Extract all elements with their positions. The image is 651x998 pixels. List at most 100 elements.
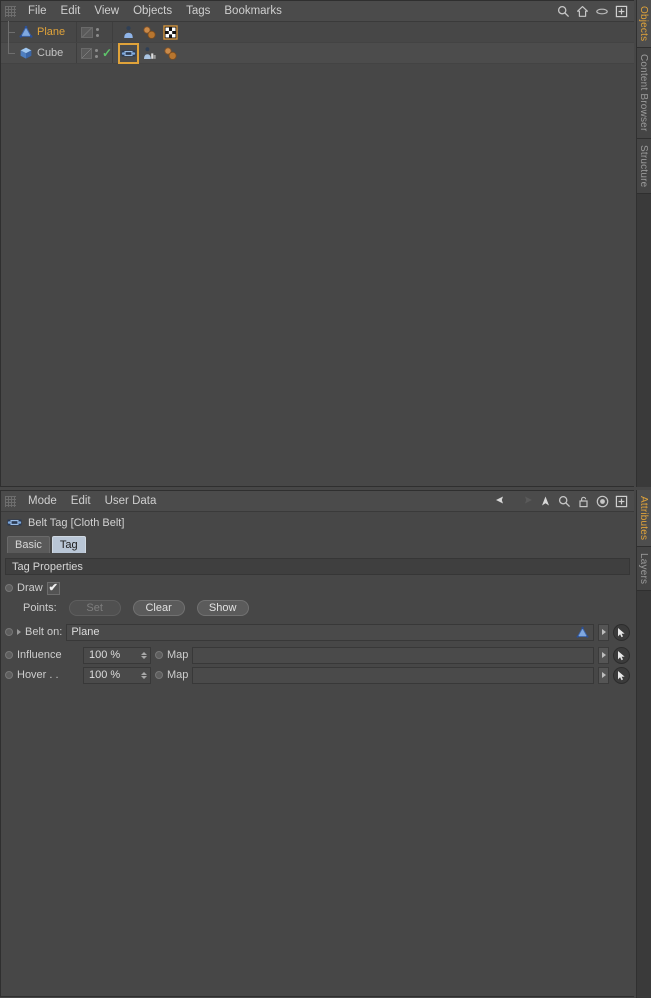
- belt-on-value: Plane: [71, 626, 100, 638]
- plus-box-icon[interactable]: [615, 495, 628, 508]
- points-label: Points:: [23, 602, 57, 614]
- influence-value-field[interactable]: 100 %: [83, 646, 151, 664]
- menu-view[interactable]: View: [87, 3, 126, 19]
- texture-checker-tag-icon[interactable]: [162, 24, 179, 41]
- influence-stepper-icon[interactable]: [141, 651, 147, 659]
- hover-value-field[interactable]: 100 %: [83, 666, 151, 684]
- tree-vline: [8, 32, 9, 54]
- sidebar-tab-structure[interactable]: Structure: [637, 138, 651, 195]
- object-manager-menubar: File Edit View Objects Tags Bookmarks: [1, 1, 634, 22]
- object-list[interactable]: Plane Cube ✓: [1, 21, 634, 486]
- cloth-tag-icon[interactable]: [120, 24, 137, 41]
- menu-user-data[interactable]: User Data: [98, 493, 164, 509]
- object-layer-cell[interactable]: ✓: [76, 43, 112, 63]
- influence-label: Influence: [17, 649, 62, 661]
- influence-map-label: Map: [167, 649, 189, 661]
- belt-on-animation-dot-icon[interactable]: [5, 628, 13, 636]
- menu-tags[interactable]: Tags: [179, 3, 217, 19]
- attribute-object-title: Belt Tag [Cloth Belt]: [1, 512, 634, 533]
- ellipse-icon[interactable]: [595, 5, 609, 18]
- table-row[interactable]: Cube ✓: [1, 32, 634, 64]
- belt-on-picker-button[interactable]: [613, 623, 630, 641]
- menu-bookmarks[interactable]: Bookmarks: [217, 3, 289, 19]
- forward-arrow-icon[interactable]: [517, 495, 533, 508]
- enabled-checkmark-icon[interactable]: ✓: [102, 47, 112, 59]
- menu-edit[interactable]: Edit: [64, 493, 98, 509]
- hover-map-dropdown-button[interactable]: [598, 666, 609, 684]
- tab-basic[interactable]: Basic: [7, 536, 50, 553]
- object-layer-cell[interactable]: [76, 22, 112, 42]
- section-header-tag-properties: Tag Properties: [5, 558, 630, 575]
- object-name-cell[interactable]: Plane: [1, 21, 76, 42]
- hover-map-animation-dot-icon[interactable]: [155, 671, 163, 679]
- plane-icon[interactable]: [17, 25, 34, 39]
- points-set-button[interactable]: Set: [68, 600, 121, 616]
- table-row[interactable]: Plane: [1, 21, 634, 43]
- visibility-dots-icon[interactable]: [96, 27, 99, 37]
- object-tags-cell[interactable]: [112, 22, 634, 42]
- menu-objects[interactable]: Objects: [126, 3, 179, 19]
- object-name-label[interactable]: Cube: [34, 47, 63, 59]
- belt-on-dropdown-button[interactable]: [598, 623, 609, 641]
- draw-checkbox[interactable]: ✔: [46, 581, 60, 595]
- back-arrow-icon[interactable]: [495, 495, 511, 508]
- belt-on-row: Belt on: Plane: [5, 622, 630, 642]
- hover-animation-dot-icon[interactable]: [5, 671, 13, 679]
- lock-icon[interactable]: [577, 495, 590, 508]
- sidebar-tab-layers[interactable]: Layers: [637, 547, 651, 592]
- visibility-dots-icon[interactable]: [94, 48, 98, 58]
- influence-animation-dot-icon[interactable]: [5, 651, 13, 659]
- menu-file[interactable]: File: [21, 3, 54, 19]
- influence-map-field[interactable]: [192, 646, 594, 664]
- belt-on-field[interactable]: Plane: [66, 623, 594, 641]
- hover-map-picker-button[interactable]: [613, 666, 630, 684]
- tree-connector: [1, 21, 17, 42]
- influence-map-animation-dot-icon[interactable]: [155, 651, 163, 659]
- menu-edit[interactable]: Edit: [54, 3, 88, 19]
- right-tab-strip-bottom: Attributes Layers: [636, 490, 651, 998]
- object-manager-panel: File Edit View Objects Tags Bookmarks Pl…: [0, 0, 634, 487]
- hover-map-field[interactable]: [192, 666, 594, 684]
- draw-row: Draw ✔: [5, 578, 630, 598]
- tab-tag[interactable]: Tag: [51, 536, 86, 553]
- object-name-cell[interactable]: Cube: [1, 32, 76, 63]
- menu-mode[interactable]: Mode: [21, 493, 64, 509]
- plus-box-icon[interactable]: [615, 5, 628, 18]
- cloth-belt-tag-icon[interactable]: [118, 42, 139, 64]
- target-icon[interactable]: [596, 495, 609, 508]
- sidebar-tab-content-browser[interactable]: Content Browser: [637, 48, 651, 139]
- draw-animation-dot-icon[interactable]: [5, 584, 13, 592]
- right-tab-strip-top: Objects Content Browser Structure: [636, 0, 651, 487]
- panel-grip-handle[interactable]: [5, 5, 16, 17]
- sidebar-tab-objects[interactable]: Objects: [637, 0, 651, 49]
- cloth-collider-tag-icon[interactable]: [141, 45, 158, 62]
- sidebar-tab-attributes[interactable]: Attributes: [637, 490, 651, 548]
- object-tags-cell[interactable]: [112, 42, 634, 64]
- influence-map-dropdown-button[interactable]: [598, 646, 609, 664]
- layer-swatch-icon[interactable]: [81, 47, 92, 59]
- points-clear-button[interactable]: Clear: [132, 600, 185, 616]
- hover-stepper-icon[interactable]: [141, 671, 147, 679]
- cinema4d-window: File Edit View Objects Tags Bookmarks Pl…: [0, 0, 651, 998]
- points-show-button[interactable]: Show: [196, 600, 249, 616]
- influence-map-picker-button[interactable]: [613, 646, 630, 664]
- cube-icon[interactable]: [17, 46, 34, 60]
- material-tag-icon[interactable]: [162, 45, 179, 62]
- influence-value: 100 %: [89, 649, 121, 661]
- material-tag-icon[interactable]: [141, 24, 158, 41]
- chevron-right-icon[interactable]: [17, 629, 21, 635]
- home-icon[interactable]: [576, 5, 589, 18]
- object-name-label[interactable]: Plane: [34, 26, 65, 38]
- hover-map-label: Map: [167, 669, 189, 681]
- search-icon[interactable]: [558, 495, 571, 508]
- attribute-manager-toolbar: [495, 495, 634, 508]
- search-icon[interactable]: [557, 5, 570, 18]
- layer-swatch-icon[interactable]: [81, 26, 93, 38]
- up-arrow-icon[interactable]: [539, 495, 552, 508]
- hover-row: Hover . . 100 % Map: [5, 665, 630, 685]
- page-title: Belt Tag [Cloth Belt]: [28, 516, 125, 529]
- draw-label: Draw: [17, 582, 43, 594]
- cloth-belt-tag-icon: [7, 517, 22, 529]
- panel-grip-handle[interactable]: [5, 495, 16, 507]
- plane-icon: [576, 626, 589, 639]
